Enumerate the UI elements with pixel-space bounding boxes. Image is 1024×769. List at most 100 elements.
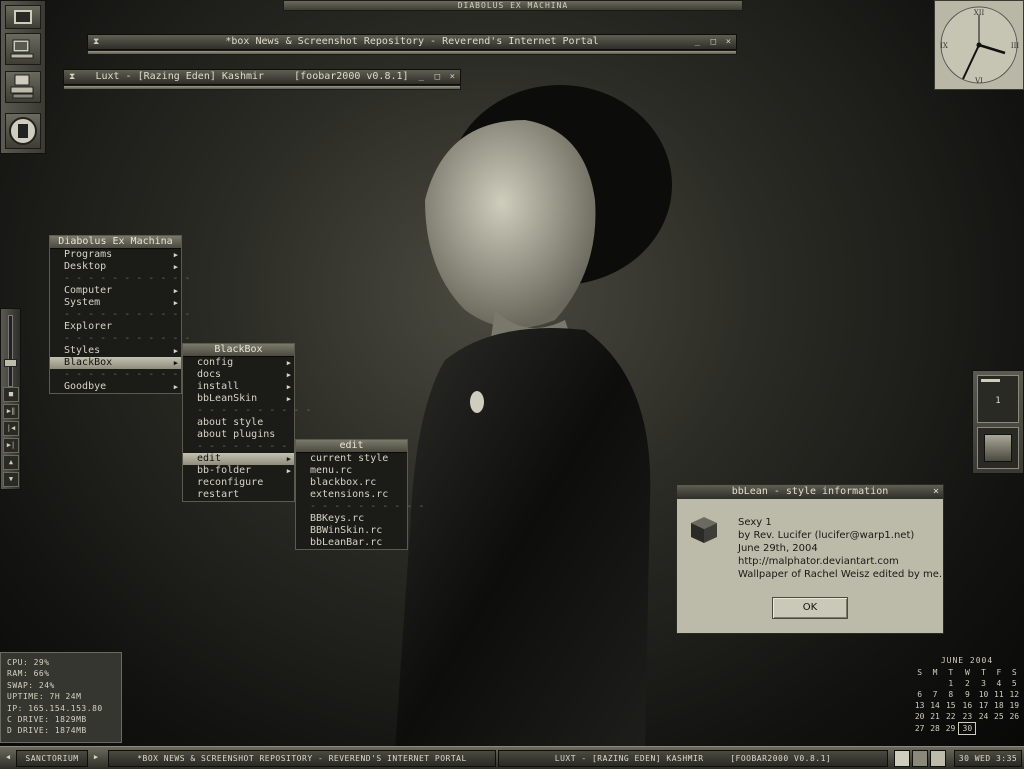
close-button[interactable]: × (726, 35, 731, 49)
blackbox-logo-icon[interactable] (5, 113, 41, 149)
blackbox-menu-item[interactable]: about style (183, 417, 294, 429)
tray-slot[interactable] (977, 427, 1019, 469)
calendar-day[interactable]: 9 (959, 689, 976, 700)
calendar-day[interactable]: 13 (912, 700, 927, 711)
calendar-day[interactable]: 19 (1007, 700, 1022, 711)
volume-track[interactable] (8, 315, 13, 387)
calendar-day[interactable]: 26 (1007, 711, 1022, 723)
task-boxnews[interactable]: *BOX NEWS & SCREENSHOT REPOSITORY - REVE… (108, 750, 496, 767)
tray-network-icon[interactable] (894, 750, 910, 767)
root-menu-item-label: Styles (64, 345, 101, 356)
next-button[interactable]: ▶| (3, 438, 19, 453)
calendar-day[interactable]: 3 (976, 678, 991, 689)
calendar-day[interactable]: 27 (912, 723, 927, 735)
blackbox-menu-item[interactable]: about plugins (183, 429, 294, 441)
window-titlebar[interactable]: ⧗ *box News & Screenshot Repository - Re… (87, 34, 737, 50)
submenu-arrow-icon: ▶ (173, 383, 178, 391)
computer-icon[interactable] (5, 33, 41, 65)
down-button[interactable]: ▼ (3, 472, 19, 487)
submenu-arrow-icon: ▶ (286, 455, 291, 463)
calendar-day[interactable]: 16 (959, 700, 976, 711)
up-button[interactable]: ▲ (3, 455, 19, 470)
system-monitor: CPU: 29% RAM: 66% SWAP: 24% UPTIME: 7H 2… (0, 652, 122, 743)
maximize-button[interactable]: □ (711, 35, 716, 49)
volume-handle[interactable] (4, 359, 17, 367)
calendar-day[interactable]: 11 (991, 689, 1006, 700)
blackbox-menu-item[interactable]: reconfigure (183, 477, 294, 489)
edit-menu-item[interactable]: bbLeanBar.rc (296, 537, 407, 549)
calendar-day[interactable]: 6 (912, 689, 927, 700)
window-foobar[interactable]: ⧗ Luxt - [Razing Eden] Kashmir [foobar20… (63, 69, 461, 90)
blackbox-menu-item[interactable]: docs ▶ (183, 369, 294, 381)
root-menu-item[interactable]: Programs ▶ (50, 249, 181, 261)
calendar-day[interactable]: 28 (927, 723, 942, 735)
calendar-day[interactable]: 25 (991, 711, 1006, 723)
workspace-next-button[interactable]: ▶ (90, 750, 102, 765)
minimize-button[interactable]: _ (419, 70, 424, 84)
calendar-day[interactable]: 24 (976, 711, 991, 723)
window-frame (87, 50, 737, 55)
edit-menu-item[interactable]: blackbox.rc (296, 477, 407, 489)
calendar-day[interactable]: 8 (943, 689, 959, 700)
calendar-day[interactable]: 7 (927, 689, 942, 700)
task-foobar[interactable]: LUXT - [RAZING EDEN] KASHMIR [FOOBAR2000… (498, 750, 888, 767)
calendar-day[interactable]: 23 (959, 711, 976, 723)
root-menu-item[interactable]: Desktop ▶ (50, 261, 181, 273)
network-icon[interactable] (5, 71, 41, 103)
blackbox-menu-item[interactable]: install ▶ (183, 381, 294, 393)
stop-button[interactable]: ■ (3, 387, 19, 402)
window-boxnews[interactable]: ⧗ *box News & Screenshot Repository - Re… (87, 34, 737, 55)
dialog-titlebar[interactable]: bbLean - style information × (677, 485, 943, 499)
blackbox-menu-item[interactable]: edit ▶ (183, 453, 294, 465)
workspace-label[interactable]: SANCTORIUM (16, 750, 88, 767)
calendar-day (991, 723, 1006, 735)
edit-menu-item[interactable]: BBKeys.rc (296, 513, 407, 525)
calendar-day[interactable]: 5 (1007, 678, 1022, 689)
blackbox-menu-item[interactable]: bbLeanSkin ▶ (183, 393, 294, 405)
calendar-day[interactable]: 2 (959, 678, 976, 689)
window-icon[interactable] (5, 5, 41, 29)
calendar-day[interactable]: 12 (1007, 689, 1022, 700)
blackbox-menu-item-label: about plugins (197, 429, 276, 440)
play-pause-button[interactable]: ▶‖ (3, 404, 19, 419)
edit-menu-item[interactable]: current style (296, 453, 407, 465)
calendar-day[interactable]: 18 (991, 700, 1006, 711)
root-menu-item[interactable]: System ▶ (50, 297, 181, 309)
root-menu-item[interactable]: BlackBox ▶ (50, 357, 181, 369)
root-menu-item[interactable]: Goodbye ▶ (50, 381, 181, 393)
calendar-day[interactable]: 4 (991, 678, 1006, 689)
blackbox-menu-item[interactable]: bb-folder ▶ (183, 465, 294, 477)
ok-button[interactable]: OK (772, 597, 848, 619)
calendar-day[interactable]: 21 (927, 711, 942, 723)
tray-monitor-icon[interactable] (930, 750, 946, 767)
blackbox-menu-item[interactable]: restart (183, 489, 294, 501)
root-menu-item-label: Programs (64, 249, 113, 260)
calendar-day[interactable]: 22 (943, 711, 959, 723)
tray-alien-icon[interactable] (912, 750, 928, 767)
minimize-button[interactable]: _ (695, 35, 700, 49)
calendar-day[interactable]: 17 (976, 700, 991, 711)
edit-menu-item[interactable]: extensions.rc (296, 489, 407, 501)
calendar-weekday: T (981, 668, 986, 677)
workspace-prev-button[interactable]: ◀ (2, 750, 14, 765)
submenu-arrow-icon: ▶ (286, 371, 291, 379)
calendar-day[interactable]: 10 (976, 689, 991, 700)
workspace-pager[interactable]: 1 (977, 375, 1019, 423)
calendar-day[interactable]: 1 (943, 678, 959, 689)
calendar-day[interactable]: 30 (958, 722, 977, 735)
blackbox-menu-item[interactable]: config ▶ (183, 357, 294, 369)
edit-menu-item[interactable]: menu.rc (296, 465, 407, 477)
calendar-day[interactable]: 14 (927, 700, 942, 711)
close-button[interactable]: × (450, 70, 455, 84)
previous-button[interactable]: |◀ (3, 421, 19, 436)
maximize-button[interactable]: □ (435, 70, 440, 84)
calendar-day[interactable]: 15 (943, 700, 959, 711)
root-menu-item[interactable]: Explorer (50, 321, 181, 333)
calendar-day[interactable]: 20 (912, 711, 927, 723)
edit-menu-item[interactable]: BBWinSkin.rc (296, 525, 407, 537)
dialog-close-button[interactable]: × (933, 485, 939, 499)
root-menu-item[interactable]: Computer ▶ (50, 285, 181, 297)
window-titlebar[interactable]: ⧗ Luxt - [Razing Eden] Kashmir [foobar20… (63, 69, 461, 85)
calendar-day[interactable]: 29 (943, 723, 959, 735)
root-menu-item[interactable]: Styles ▶ (50, 345, 181, 357)
